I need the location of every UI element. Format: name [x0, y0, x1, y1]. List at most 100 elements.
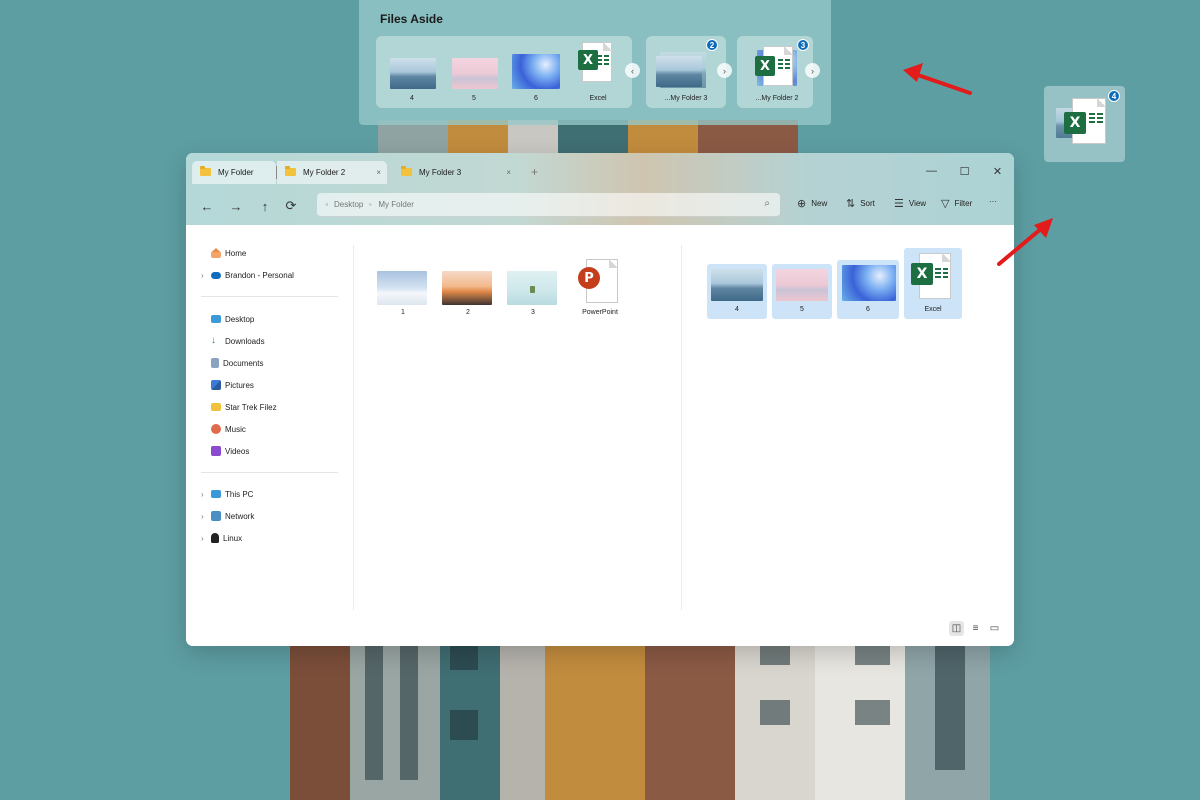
view-toggle-group: ◫ ≡ ▭: [949, 621, 1002, 636]
folder-icon: [200, 166, 211, 176]
new-tab-button[interactable]: +: [531, 165, 538, 179]
sidebar-item-documents[interactable]: Documents: [201, 354, 263, 372]
files-aside-panel: Files Aside 4 5 6 X Excel ‹ 2 ...My Fold…: [359, 0, 831, 125]
tab-my-folder-2[interactable]: My Folder 2 ×: [277, 160, 387, 184]
back-arrow-icon[interactable]: ←: [196, 195, 218, 217]
chevron-right-icon[interactable]: ›: [201, 534, 211, 543]
sidebar-item-linux[interactable]: › Linux: [201, 529, 242, 547]
sidebar-item-network[interactable]: › Network: [201, 507, 254, 525]
sidebar-item-home[interactable]: Home: [201, 244, 246, 262]
refresh-icon[interactable]: ⟳: [280, 195, 302, 217]
aside-stack-label: ...My Folder 3: [664, 95, 708, 102]
preview-pane-icon[interactable]: ▭: [987, 621, 1002, 636]
new-label: New: [811, 199, 828, 208]
chevron-right-icon[interactable]: ›: [201, 490, 211, 499]
new-button[interactable]: ⊕ New: [797, 197, 827, 210]
sort-button[interactable]: ⇅ Sort: [846, 197, 875, 210]
scroll-left-button[interactable]: ‹: [625, 63, 640, 78]
more-options-button[interactable]: ···: [989, 197, 997, 206]
pane-divider: [681, 245, 682, 610]
files-aside-title: Files Aside: [380, 12, 443, 26]
image-thumbnail: [711, 269, 763, 301]
sidebar-item-star-trek-filez[interactable]: Star Trek Filez: [201, 398, 277, 416]
onedrive-icon: [211, 271, 221, 279]
sidebar-item-label: Pictures: [225, 380, 254, 390]
tab-my-folder-3[interactable]: My Folder 3 ×: [393, 161, 519, 184]
aside-stack-folder-2[interactable]: X 3 ...My Folder 2 ›: [737, 36, 820, 108]
details-view-icon[interactable]: ≡: [968, 621, 983, 636]
image-thumbnail: [776, 269, 828, 301]
tab-my-folder[interactable]: My Folder: [192, 160, 276, 184]
sidebar-item-desktop[interactable]: Desktop: [201, 310, 254, 328]
file-label: PowerPoint: [582, 309, 618, 316]
navigation-bar: ← → ↑ ⟳ ◃ Desktop ▹ My Folder ⌕ ⊕ New ⇅ …: [186, 191, 1014, 223]
sort-icon: ⇅: [846, 198, 856, 210]
window-controls: — ☐ ✕: [915, 159, 1014, 183]
filter-button[interactable]: ▽ Filter: [941, 197, 972, 210]
forward-arrow-icon[interactable]: →: [225, 195, 247, 217]
sidebar-item-onedrive[interactable]: › Brandon - Personal: [201, 266, 294, 284]
minimize-button[interactable]: —: [915, 159, 948, 183]
desktop-icon: [211, 315, 221, 323]
folder-icon: [401, 166, 412, 176]
sidebar-item-label: Brandon - Personal: [225, 270, 294, 280]
title-bar: My Folder My Folder 2 × My Folder 3 × + …: [186, 153, 1014, 225]
image-thumbnail: [452, 58, 498, 89]
more-icon: ···: [989, 197, 997, 206]
file-label: 6: [866, 306, 870, 313]
aside-stack-folder-3[interactable]: 2 ...My Folder 3 ›: [646, 36, 732, 108]
sidebar-item-music[interactable]: Music: [201, 420, 246, 438]
sidebar-item-videos[interactable]: Videos: [201, 442, 249, 460]
address-bar[interactable]: ◃ Desktop ▹ My Folder ⌕: [317, 193, 780, 217]
file-label: 1: [401, 309, 405, 316]
tab-label: My Folder 3: [419, 167, 462, 177]
file-label: 2: [466, 309, 470, 316]
tab-close-icon[interactable]: ×: [506, 168, 511, 177]
sidebar-item-pictures[interactable]: Pictures: [201, 376, 254, 394]
drag-preview-tile[interactable]: X 4: [1044, 86, 1125, 162]
tab-strip: My Folder My Folder 2 × My Folder 3 × +: [192, 160, 538, 184]
split-view-icon[interactable]: ◫: [949, 621, 964, 636]
sidebar-item-label: Star Trek Filez: [225, 402, 277, 412]
stack-count-badge: 2: [706, 39, 718, 51]
sidebar-item-label: Downloads: [225, 336, 265, 346]
chevron-right-icon: ▹: [369, 202, 373, 208]
pane-divider: [353, 245, 354, 610]
breadcrumb-desktop[interactable]: Desktop: [334, 200, 363, 209]
sidebar-item-this-pc[interactable]: › This PC: [201, 485, 253, 503]
videos-icon: [211, 446, 221, 456]
sidebar-item-downloads[interactable]: ↓ Downloads: [201, 332, 265, 350]
chevron-right-icon[interactable]: ›: [201, 271, 211, 280]
sidebar-item-label: Linux: [223, 533, 243, 543]
plus-circle-icon: ⊕: [797, 198, 807, 210]
breadcrumb-my-folder[interactable]: My Folder: [378, 200, 414, 209]
search-icon[interactable]: ⌕: [764, 198, 770, 209]
image-thumbnail: [842, 265, 896, 301]
maximize-button[interactable]: ☐: [948, 159, 981, 183]
filter-label: Filter: [954, 199, 973, 208]
image-thumbnail: [656, 56, 702, 87]
image-thumbnail: [507, 271, 557, 305]
view-icon: ☰: [894, 198, 904, 210]
scroll-right-button[interactable]: ›: [717, 63, 732, 78]
chevron-right-icon[interactable]: ›: [201, 512, 211, 521]
pictures-icon: [211, 380, 221, 390]
filter-icon: ▽: [941, 198, 950, 210]
up-arrow-icon[interactable]: ↑: [254, 195, 276, 217]
sidebar-item-label: Home: [225, 248, 247, 258]
stack-count-badge: 3: [797, 39, 809, 51]
file-label: 5: [800, 306, 804, 313]
sidebar-item-label: Documents: [223, 358, 264, 368]
files-aside-group: 4 5 6 X Excel ‹: [376, 36, 640, 108]
close-window-button[interactable]: ✕: [981, 159, 1014, 183]
file-label: 4: [735, 306, 739, 313]
image-thumbnail: [512, 54, 560, 89]
scroll-right-button[interactable]: ›: [805, 63, 820, 78]
tab-label: My Folder: [218, 167, 254, 177]
sidebar-item-label: Music: [225, 424, 246, 434]
image-thumbnail: [377, 271, 427, 305]
download-icon: ↓: [211, 335, 216, 346]
divider: [201, 472, 338, 473]
view-button[interactable]: ☰ View: [894, 197, 926, 210]
tab-close-icon[interactable]: ×: [376, 168, 381, 177]
